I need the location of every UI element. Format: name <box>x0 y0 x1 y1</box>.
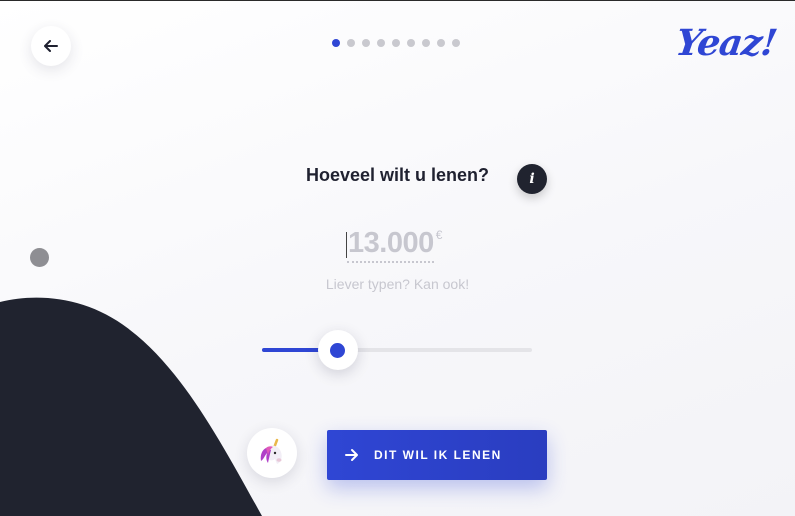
side-indicator-dot <box>30 248 49 267</box>
amount-slider[interactable] <box>262 330 532 370</box>
progress-dot <box>362 39 370 47</box>
logo: Yeaz! <box>673 22 779 64</box>
arrow-left-icon <box>44 40 58 52</box>
progress-dots <box>332 39 460 47</box>
slider-handle[interactable] <box>317 330 358 370</box>
amount-field[interactable]: 13.000 € <box>346 226 442 263</box>
top-border <box>0 0 795 1</box>
progress-dot <box>422 39 430 47</box>
amount-value[interactable]: 13.000 <box>347 226 434 263</box>
progress-dot <box>377 39 385 47</box>
type-hint-link[interactable]: Liever typen? Kan ook! <box>0 276 795 292</box>
submit-button-label: DIT WIL IK LENEN <box>374 448 502 462</box>
unicorn-icon <box>260 438 282 464</box>
progress-dot <box>437 39 445 47</box>
info-button[interactable]: i <box>517 164 547 194</box>
currency-symbol: € <box>435 228 443 242</box>
arrow-right-icon <box>345 449 358 461</box>
slider-knob <box>330 342 346 358</box>
progress-dot <box>332 39 340 47</box>
back-button[interactable] <box>31 26 71 66</box>
progress-dot <box>407 39 415 47</box>
progress-dot <box>392 39 400 47</box>
progress-dot <box>452 39 460 47</box>
progress-dot <box>347 39 355 47</box>
info-icon: i <box>529 171 535 187</box>
submit-loan-button[interactable]: DIT WIL IK LENEN <box>327 430 547 480</box>
question-heading: Hoeveel wilt u lenen? <box>305 165 490 185</box>
mascot-avatar <box>247 428 297 478</box>
